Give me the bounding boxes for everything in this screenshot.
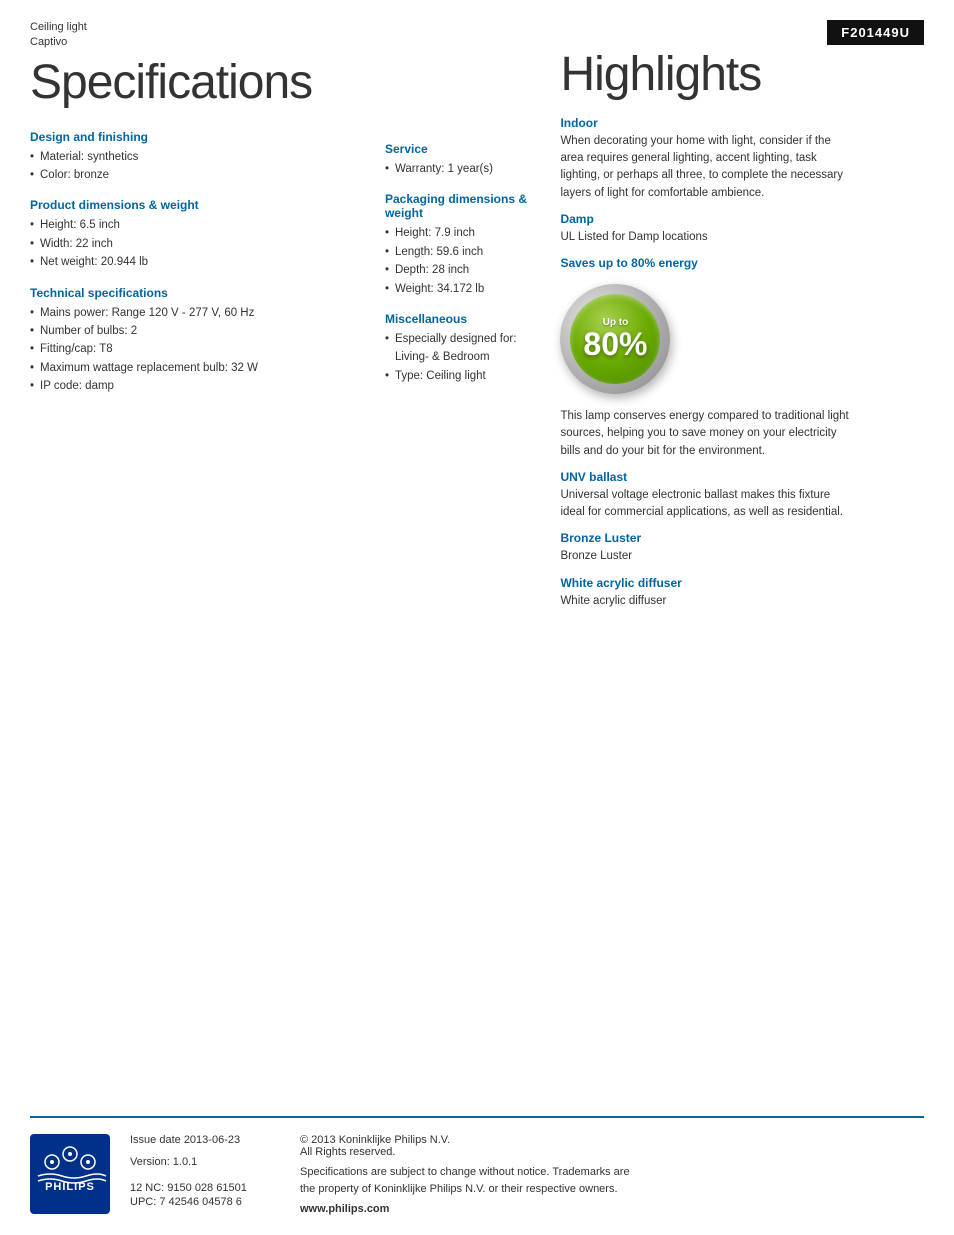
- tech-list: Mains power: Range 120 V - 277 V, 60 Hz …: [30, 304, 365, 396]
- list-item: Number of bulbs: 2: [30, 322, 365, 340]
- issue-date: Issue date 2013-06-23: [130, 1134, 280, 1146]
- misc-heading: Miscellaneous: [385, 312, 540, 326]
- philips-logo: PHILIPS: [30, 1134, 110, 1214]
- tech-heading: Technical specifications: [30, 286, 365, 300]
- indoor-text: When decorating your home with light, co…: [560, 133, 850, 202]
- energy-badge: Up to 80%: [560, 284, 670, 394]
- nc: 12 NC: 9150 028 61501: [130, 1182, 280, 1194]
- list-item: Warranty: 1 year(s): [385, 160, 540, 178]
- list-item: Length: 59.6 inch: [385, 243, 540, 261]
- page-wrapper: Ceiling light Captivo Specifications Des…: [0, 0, 954, 1235]
- misc-list: Especially designed for: Living- & Bedro…: [385, 330, 540, 385]
- energy-heading: Saves up to 80% energy: [560, 256, 924, 270]
- list-item: Height: 7.9 inch: [385, 224, 540, 242]
- copyright: © 2013 Koninklijke Philips N.V.: [300, 1134, 924, 1146]
- version: Version: 1.0.1: [130, 1156, 280, 1168]
- damp-heading: Damp: [560, 212, 924, 226]
- dimensions-list: Height: 6.5 inch Width: 22 inch Net weig…: [30, 216, 365, 271]
- service-list: Warranty: 1 year(s): [385, 160, 540, 178]
- list-item: Especially designed for: Living- & Bedro…: [385, 330, 540, 367]
- design-list: Material: synthetics Color: bronze: [30, 148, 365, 185]
- energy-badge-inner: Up to 80%: [570, 294, 660, 384]
- highlights-title: Highlights: [560, 49, 924, 102]
- energy-text: This lamp conserves energy compared to t…: [560, 408, 850, 460]
- packaging-heading: Packaging dimensions & weight: [385, 192, 540, 220]
- diffuser-heading: White acrylic diffuser: [560, 576, 924, 590]
- list-item: Fitting/cap: T8: [30, 340, 365, 358]
- philips-url: www.philips.com: [300, 1203, 924, 1215]
- list-item: Maximum wattage replacement bulb: 32 W: [30, 359, 365, 377]
- diffuser-text: White acrylic diffuser: [560, 593, 850, 610]
- subcategory-line: Captivo: [30, 35, 365, 50]
- rights: All Rights reserved.: [300, 1146, 924, 1158]
- footer: PHILIPS Issue date 2013-06-23 Version: 1…: [30, 1116, 924, 1235]
- list-item: Weight: 34.172 lb: [385, 280, 540, 298]
- category-line: Ceiling light: [30, 20, 365, 35]
- list-item: Material: synthetics: [30, 148, 365, 166]
- list-item: Type: Ceiling light: [385, 367, 540, 385]
- unv-text: Universal voltage electronic ballast mak…: [560, 487, 850, 522]
- bronze-heading: Bronze Luster: [560, 531, 924, 545]
- dimensions-heading: Product dimensions & weight: [30, 198, 365, 212]
- list-item: Mains power: Range 120 V - 277 V, 60 Hz: [30, 304, 365, 322]
- highlights-header: F201449U: [560, 20, 924, 45]
- list-item: Height: 6.5 inch: [30, 216, 365, 234]
- damp-text: UL Listed for Damp locations: [560, 229, 850, 246]
- footer-copy: © 2013 Koninklijke Philips N.V. All Righ…: [300, 1134, 924, 1215]
- indoor-heading: Indoor: [560, 116, 924, 130]
- upc: UPC: 7 42546 04578 6: [130, 1196, 280, 1208]
- energy-badge-container: Up to 80%: [560, 284, 924, 394]
- specs-area: Ceiling light Captivo Specifications Des…: [30, 20, 375, 853]
- design-heading: Design and finishing: [30, 130, 365, 144]
- footer-dates: Issue date 2013-06-23 Version: 1.0.1 12 …: [130, 1134, 280, 1208]
- list-item: Width: 22 inch: [30, 235, 365, 253]
- list-item: IP code: damp: [30, 377, 365, 395]
- product-code: F201449U: [827, 20, 924, 45]
- bronze-text: Bronze Luster: [560, 548, 850, 565]
- center-col: Service Warranty: 1 year(s) Packaging di…: [375, 20, 550, 853]
- service-heading: Service: [385, 142, 540, 156]
- highlights-area: F201449U Highlights Indoor When decorati…: [550, 20, 924, 853]
- badge-percent-label: 80%: [583, 328, 647, 360]
- list-item: Depth: 28 inch: [385, 261, 540, 279]
- product-category: Ceiling light Captivo: [30, 20, 365, 51]
- specs-title: Specifications: [30, 57, 365, 110]
- unv-heading: UNV ballast: [560, 470, 924, 484]
- packaging-list: Height: 7.9 inch Length: 59.6 inch Depth…: [385, 224, 540, 298]
- list-item: Net weight: 20.944 lb: [30, 253, 365, 271]
- list-item: Color: bronze: [30, 166, 365, 184]
- main-content: Ceiling light Captivo Specifications Des…: [0, 0, 954, 853]
- disclaimer: Specifications are subject to change wit…: [300, 1164, 640, 1197]
